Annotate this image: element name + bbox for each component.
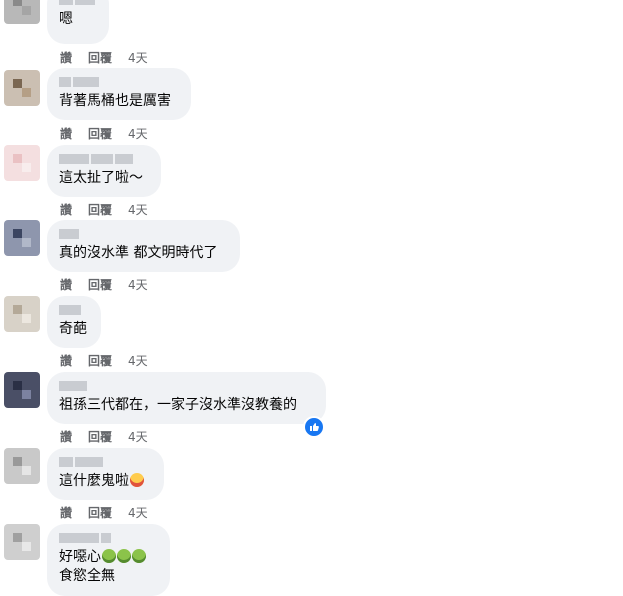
timestamp[interactable]: 4天	[128, 49, 148, 66]
comment-text: 奇葩	[59, 321, 87, 337]
author-name-redacted[interactable]	[59, 76, 179, 88]
avatar[interactable]	[4, 70, 40, 106]
comment-bubble: 這太扯了啦～	[47, 145, 161, 197]
avatar[interactable]	[4, 372, 40, 408]
timestamp[interactable]: 4天	[128, 352, 148, 369]
comment-actions: 讚 回覆 4天	[60, 49, 148, 66]
reply-link[interactable]: 回覆	[88, 352, 112, 369]
comment-text: 這太扯了啦～	[59, 170, 143, 186]
timestamp[interactable]: 4天	[128, 201, 148, 218]
avatar[interactable]	[4, 0, 40, 24]
author-name-redacted[interactable]	[59, 532, 158, 544]
comment-bubble: 背著馬桶也是厲害	[47, 68, 191, 120]
timestamp[interactable]: 4天	[128, 504, 148, 521]
comment-actions: 讚 回覆 4天	[60, 504, 148, 521]
like-link[interactable]: 讚	[60, 428, 72, 445]
avatar[interactable]	[4, 220, 40, 256]
comment-text: 這什麼鬼啦	[59, 472, 152, 491]
comment-text: 祖孫三代都在，一家子沒水準沒教養的	[59, 397, 297, 413]
comment-actions: 讚 回覆 4天	[60, 201, 148, 218]
reply-link[interactable]: 回覆	[88, 201, 112, 218]
comment-text: 好噁心	[59, 548, 158, 567]
comment-bubble: 好噁心 食慾全無	[47, 524, 170, 596]
nauseated-face-icon	[102, 549, 116, 563]
nauseated-face-icon	[117, 549, 131, 563]
author-name-redacted[interactable]	[59, 456, 152, 468]
like-link[interactable]: 讚	[60, 276, 72, 293]
avatar[interactable]	[4, 145, 40, 181]
comment-bubble: 真的沒水準 都文明時代了	[47, 220, 240, 272]
avatar[interactable]	[4, 524, 40, 560]
comment-bubble: 嗯	[47, 0, 109, 44]
comment-bubble: 祖孫三代都在，一家子沒水準沒教養的	[47, 372, 326, 424]
like-link[interactable]: 讚	[60, 201, 72, 218]
author-name-redacted[interactable]	[59, 304, 89, 316]
comment-text: 嗯	[59, 11, 73, 27]
author-name-redacted[interactable]	[59, 228, 228, 240]
comment-actions: 讚 回覆 4天	[60, 428, 148, 445]
nauseated-face-icon	[132, 549, 146, 563]
timestamp[interactable]: 4天	[128, 125, 148, 142]
reply-link[interactable]: 回覆	[88, 49, 112, 66]
comment-bubble: 奇葩	[47, 296, 101, 348]
like-link[interactable]: 讚	[60, 49, 72, 66]
reply-link[interactable]: 回覆	[88, 504, 112, 521]
timestamp[interactable]: 4天	[128, 276, 148, 293]
reply-link[interactable]: 回覆	[88, 125, 112, 142]
rolling-on-floor-laughing-icon	[130, 473, 144, 487]
comment-actions: 讚 回覆 4天	[60, 352, 148, 369]
like-link[interactable]: 讚	[60, 504, 72, 521]
comment-actions: 讚 回覆 4天	[60, 276, 148, 293]
comment-actions: 讚 回覆 4天	[60, 125, 148, 142]
avatar[interactable]	[4, 448, 40, 484]
comment-text: 真的沒水準 都文明時代了	[59, 245, 218, 261]
timestamp[interactable]: 4天	[128, 428, 148, 445]
like-reaction-icon[interactable]	[303, 416, 325, 438]
author-name-redacted[interactable]	[59, 153, 149, 165]
comment-text-line-2: 食慾全無	[59, 568, 115, 584]
author-name-redacted[interactable]	[59, 380, 314, 392]
reply-link[interactable]: 回覆	[88, 428, 112, 445]
comment-bubble: 這什麼鬼啦	[47, 448, 164, 500]
comment-text: 背著馬桶也是厲害	[59, 93, 171, 109]
author-name-redacted[interactable]	[59, 0, 97, 6]
like-link[interactable]: 讚	[60, 352, 72, 369]
reply-link[interactable]: 回覆	[88, 276, 112, 293]
avatar[interactable]	[4, 296, 40, 332]
like-link[interactable]: 讚	[60, 125, 72, 142]
